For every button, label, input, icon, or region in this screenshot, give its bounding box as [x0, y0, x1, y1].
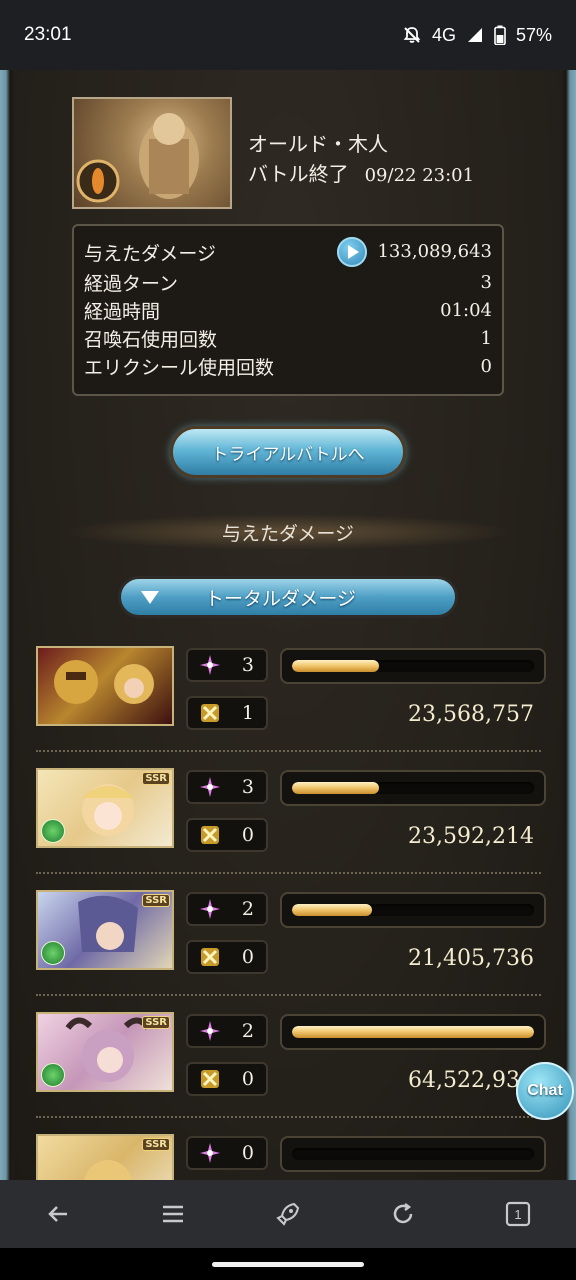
- total-damage-dropdown[interactable]: トータルダメージ: [118, 576, 458, 618]
- home-indicator[interactable]: [212, 1262, 364, 1267]
- ougi-star-icon: [198, 1141, 222, 1165]
- stat-row: 与えたダメージ 133,089,643: [84, 237, 492, 267]
- battery-icon: [494, 25, 506, 45]
- debuff-count: 0: [186, 940, 268, 974]
- stat-label: エリクシール使用回数: [84, 356, 275, 379]
- debuff-count: 0: [186, 1062, 268, 1096]
- ssr-badge: SSR: [142, 1138, 170, 1151]
- character-portrait[interactable]: SSR: [36, 768, 174, 848]
- stat-row: 経過ターン 3: [84, 268, 492, 296]
- damage-bar-fill: [292, 660, 380, 672]
- boss-name: オールド・木人: [248, 132, 388, 156]
- battle-date: 09/22 23:01: [364, 165, 475, 186]
- ougi-star-icon: [198, 1019, 222, 1043]
- member-row: SSR 3 0 23,592,214: [36, 768, 546, 880]
- character-portrait[interactable]: SSR: [36, 1134, 174, 1180]
- member-row: 3 1 23,568,757: [36, 646, 546, 758]
- row-divider: [36, 750, 541, 752]
- ougi-star-icon: [198, 653, 222, 677]
- battle-result-line: バトル終了 09/22 23:01: [248, 158, 474, 187]
- menu-icon[interactable]: [153, 1194, 193, 1234]
- signal-icon: [466, 26, 484, 44]
- stat-value: 3: [480, 271, 492, 293]
- ougi-count: 3: [186, 648, 268, 682]
- battery-level: 57%: [515, 24, 552, 45]
- ssr-badge: SSR: [142, 772, 170, 785]
- network-type: 4G: [431, 24, 456, 45]
- ougi-star-icon: [198, 897, 222, 921]
- ssr-badge: SSR: [142, 1016, 170, 1029]
- debuff-icon: [198, 1067, 222, 1091]
- gesture-area: [0, 1248, 576, 1280]
- ougi-count: 0: [186, 1136, 268, 1170]
- stat-row: 経過時間 01:04: [84, 296, 492, 324]
- stat-row: エリクシール使用回数 0: [84, 352, 492, 380]
- damage-bar: [280, 1136, 546, 1172]
- stat-value: 1: [480, 327, 492, 349]
- ougi-count: 3: [186, 770, 268, 804]
- damage-bar-fill: [292, 782, 380, 794]
- debuff-icon: [198, 823, 222, 847]
- damage-bar: [280, 770, 546, 806]
- play-icon[interactable]: [337, 237, 368, 267]
- row-divider: [36, 872, 541, 874]
- dropdown-triangle-icon: [141, 590, 159, 604]
- section-title: 与えたダメージ: [60, 514, 516, 550]
- stat-label: 経過時間: [84, 300, 161, 323]
- member-row: SSR 2 0 21,405,736: [36, 890, 546, 1002]
- battle-result-label: バトル終了: [248, 162, 349, 186]
- member-row: SSR 0: [36, 1134, 546, 1180]
- character-portrait[interactable]: SSR: [36, 890, 174, 970]
- status-icons: 4G 57%: [402, 25, 552, 46]
- stat-label: 経過ターン: [84, 272, 179, 295]
- damage-bar: [280, 648, 546, 684]
- debuff-count: 1: [186, 696, 268, 730]
- row-divider: [36, 1116, 541, 1118]
- damage-value: 23,592,214: [408, 824, 534, 849]
- ssr-badge: SSR: [142, 894, 170, 907]
- stat-value: 01:04: [440, 299, 492, 321]
- notifications-off-icon: [402, 25, 422, 45]
- member-row: SSR 2 0 64,522,936: [36, 1012, 546, 1124]
- ougi-count: 2: [186, 1014, 268, 1048]
- ougi-count: 2: [186, 892, 268, 926]
- stat-value: 0: [480, 355, 492, 377]
- row-divider: [36, 994, 541, 996]
- character-portrait[interactable]: SSR: [36, 1012, 174, 1092]
- browser-toolbar: 1: [0, 1180, 576, 1248]
- reload-icon[interactable]: [383, 1194, 423, 1234]
- back-arrow-icon[interactable]: [38, 1194, 78, 1234]
- damage-value: 23,568,757: [408, 702, 534, 727]
- status-bar: 23:01 4G 57%: [0, 0, 576, 70]
- boss-portrait: [72, 97, 232, 209]
- rocket-icon[interactable]: [268, 1194, 308, 1234]
- battle-stats: 与えたダメージ 133,089,643 経過ターン 3 経過時間 01:04 召…: [72, 224, 504, 396]
- chat-button[interactable]: Chat: [516, 1062, 574, 1120]
- stat-value: 133,089,643: [337, 237, 492, 267]
- ougi-star-icon: [198, 775, 222, 799]
- damage-bar-fill: [292, 1026, 534, 1038]
- total-damage-value: 133,089,643: [377, 241, 492, 262]
- damage-bar: [280, 892, 546, 928]
- wind-element-icon: [41, 819, 65, 843]
- game-view: オールド・木人 バトル終了 09/22 23:01 与えたダメージ 133,089…: [0, 70, 576, 1180]
- damage-value: 21,405,736: [408, 946, 534, 971]
- debuff-count: 0: [186, 818, 268, 852]
- tab-count: 1: [515, 1207, 522, 1222]
- stat-label: 召喚石使用回数: [84, 328, 218, 351]
- stat-row: 召喚石使用回数 1: [84, 324, 492, 352]
- stat-label: 与えたダメージ: [84, 242, 217, 265]
- wind-element-icon: [41, 1063, 65, 1087]
- damage-bar: [280, 1014, 546, 1050]
- debuff-icon: [198, 701, 222, 725]
- tabs-icon[interactable]: 1: [498, 1194, 538, 1234]
- wind-element-icon: [41, 941, 65, 965]
- total-damage-label: トータルダメージ: [205, 587, 357, 610]
- trial-battle-button[interactable]: トライアルバトルへ: [170, 426, 406, 478]
- debuff-icon: [198, 945, 222, 969]
- character-portrait[interactable]: [36, 646, 174, 726]
- damage-bar-fill: [292, 904, 372, 916]
- status-time: 23:01: [24, 24, 72, 45]
